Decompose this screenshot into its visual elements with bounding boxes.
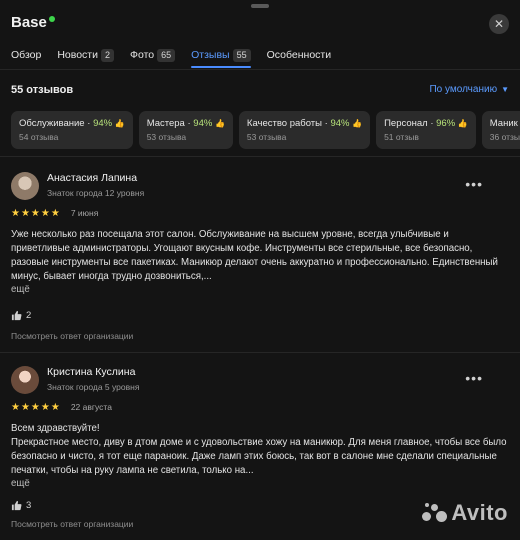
chevron-down-icon: ▼ <box>501 85 509 94</box>
page-title: Base <box>11 14 55 31</box>
avito-watermark: Avito <box>422 500 508 526</box>
avatar[interactable] <box>11 172 39 200</box>
more-dots-icon[interactable]: ••• <box>465 370 483 386</box>
read-more-link[interactable]: ещё <box>11 478 509 490</box>
reviews-header: 55 отзывов По умолчанию ▼ <box>11 84 509 98</box>
tab-count-badge: 55 <box>232 48 251 62</box>
like-count: 3 <box>26 500 32 511</box>
reviewer-level: Знаток города 12 уровня <box>47 188 145 198</box>
chips-divider <box>0 156 520 157</box>
sheet-grabber[interactable] <box>251 4 269 8</box>
thumbs-up-icon: 👍 <box>352 119 363 128</box>
more-dots-icon[interactable]: ••• <box>465 176 483 192</box>
tab-news[interactable]: Новости 2 <box>57 44 114 66</box>
org-reply-link[interactable]: Посмотреть ответ организации <box>11 331 509 341</box>
star-rating: ★★★★★ <box>11 207 61 219</box>
close-icon: ✕ <box>493 17 505 31</box>
thumbs-up-icon <box>11 500 22 511</box>
thumbs-up-icon <box>11 310 22 321</box>
aspect-chip[interactable]: Персонал · 96% 👍 51 отзыв <box>376 111 476 149</box>
thumbs-up-icon: 👍 <box>114 119 125 128</box>
aspect-chip[interactable]: Мастера · 94% 👍 53 отзыва <box>138 111 233 149</box>
tab-photos[interactable]: Фото 65 <box>130 44 176 66</box>
thumbs-up-icon: 👍 <box>457 119 468 128</box>
aspect-chips: Обслуживание · 94% 👍 54 отзыва Мастера ·… <box>11 111 520 149</box>
close-button[interactable]: ✕ <box>489 14 509 34</box>
watermark-text: Avito <box>451 500 508 525</box>
aspect-chip[interactable]: Обслуживание · 94% 👍 54 отзыва <box>11 111 133 149</box>
sort-dropdown[interactable]: По умолчанию ▼ <box>429 84 509 95</box>
review-text: Всем здравствуйте! Прекрастное место, ди… <box>11 423 507 476</box>
tab-reviews[interactable]: Отзывы 55 <box>191 44 252 68</box>
avito-logo-icon <box>422 502 448 524</box>
review-date: 22 августа <box>70 402 112 412</box>
reviewer-name[interactable]: Анастасия Лапина <box>47 172 137 184</box>
like-button[interactable]: 2 <box>11 310 509 321</box>
review-divider <box>0 352 520 353</box>
reviewer-name[interactable]: Кристина Куслина <box>47 366 135 378</box>
header: Base ✕ <box>11 14 509 36</box>
star-rating: ★★★★★ <box>11 401 61 413</box>
review-date: 7 июня <box>70 208 99 218</box>
review-text: Уже несколько раз посещала этот салон. О… <box>11 229 498 282</box>
tab-count-badge: 2 <box>100 48 114 62</box>
tabs: Обзор Новости 2 Фото 65 Отзывы 55 Особен… <box>11 44 520 68</box>
reviews-count: 55 отзывов <box>11 84 74 96</box>
open-status-dot <box>48 15 55 22</box>
review-card: Анастасия Лапина Знаток города 12 уровня… <box>11 172 509 341</box>
avatar[interactable] <box>11 366 39 394</box>
thumbs-up-icon: 👍 <box>214 119 225 128</box>
aspect-chip[interactable]: Качество работы · 94% 👍 53 отзыва <box>238 111 371 149</box>
like-count: 2 <box>26 310 32 321</box>
aspect-chip[interactable]: Маник 36 отзы <box>481 111 520 149</box>
read-more-link[interactable]: ещё <box>11 284 509 296</box>
tabs-divider <box>0 69 520 70</box>
tab-features[interactable]: Особенности <box>267 44 331 66</box>
reviewer-level: Знаток города 5 уровня <box>47 382 140 392</box>
tab-overview[interactable]: Обзор <box>11 44 41 66</box>
tab-count-badge: 65 <box>157 48 176 62</box>
